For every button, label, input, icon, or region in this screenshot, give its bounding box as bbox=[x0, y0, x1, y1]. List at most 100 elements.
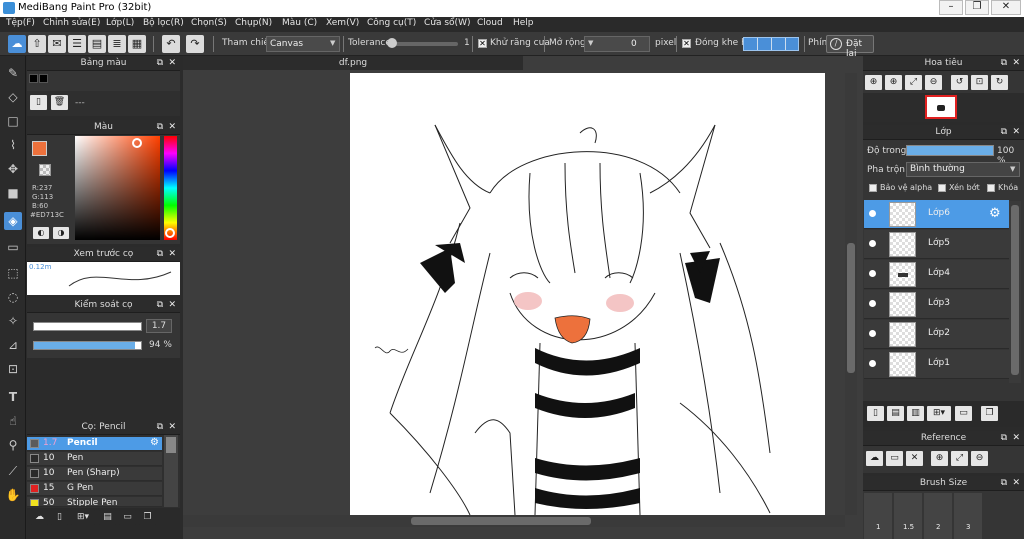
menu-layer[interactable]: Lớp(L) bbox=[106, 18, 134, 28]
menu-cloud[interactable]: Cloud bbox=[477, 18, 503, 28]
gap-close-level[interactable] bbox=[743, 37, 799, 51]
layer-row[interactable]: Lớp6 ⚙ bbox=[864, 200, 1009, 229]
zoom-in-icon[interactable]: ⊕ bbox=[865, 75, 882, 90]
eraser-tool-icon[interactable]: ◇ bbox=[4, 88, 22, 106]
brush-settings-icon[interactable]: ▤ bbox=[99, 510, 116, 525]
menu-filter[interactable]: Bộ lọc(R) bbox=[143, 18, 184, 28]
trash-icon[interactable]: 🗑 bbox=[51, 95, 68, 110]
eye-icon[interactable] bbox=[869, 300, 876, 307]
popout-icon[interactable]: ⧉ bbox=[157, 298, 163, 313]
canvas-horizontal-scrollbar[interactable] bbox=[183, 515, 845, 527]
color-mode-icon[interactable]: ◑ bbox=[53, 227, 69, 239]
magic-wand-icon[interactable]: ✧ bbox=[4, 312, 22, 330]
cloud-icon[interactable]: ☁ bbox=[8, 35, 26, 53]
close-icon[interactable]: ✕ bbox=[1012, 125, 1020, 140]
brush-size-slider[interactable] bbox=[33, 322, 142, 331]
add-layer-icon[interactable]: ⊞▾ bbox=[927, 406, 951, 421]
palette-swatch[interactable] bbox=[39, 74, 48, 83]
popout-icon[interactable]: ⧉ bbox=[157, 120, 163, 135]
new-brush-icon[interactable]: ▯ bbox=[51, 510, 68, 525]
scrollbar-thumb[interactable] bbox=[411, 517, 591, 525]
dropper-tool-icon[interactable]: ⚲ bbox=[4, 436, 22, 454]
gradient-tool-icon[interactable]: ▭ bbox=[4, 238, 22, 256]
grid-icon[interactable]: ▦ bbox=[128, 35, 146, 53]
eye-icon[interactable] bbox=[869, 240, 876, 247]
redo-icon[interactable]: ↷ bbox=[186, 35, 204, 53]
zoom-out-icon[interactable]: ⊖ bbox=[971, 451, 988, 466]
popout-icon[interactable]: ⧉ bbox=[1001, 125, 1007, 140]
undo-icon[interactable]: ↶ bbox=[162, 35, 180, 53]
palette-swatch[interactable] bbox=[29, 74, 38, 83]
new-halftone-layer-icon[interactable]: ▤ bbox=[887, 406, 904, 421]
brush-tool-icon[interactable]: ✎ bbox=[4, 64, 22, 82]
popout-icon[interactable]: ⧉ bbox=[1001, 56, 1007, 71]
menu-help[interactable]: Help bbox=[513, 18, 534, 28]
lasso-tool-icon[interactable]: ◌ bbox=[4, 288, 22, 306]
duplicate-icon[interactable]: ❐ bbox=[139, 510, 156, 525]
scrollbar-thumb[interactable] bbox=[166, 437, 176, 453]
brush-size-preset[interactable]: 2 bbox=[924, 493, 952, 539]
foreground-color-swatch[interactable] bbox=[32, 141, 47, 156]
color-picker-handle[interactable] bbox=[132, 138, 142, 148]
gear-icon[interactable]: ⚙ bbox=[150, 437, 159, 448]
tolerance-slider[interactable] bbox=[388, 42, 458, 46]
rotate-right-icon[interactable]: ↻ bbox=[991, 75, 1008, 90]
document-icon[interactable]: ▤ bbox=[88, 35, 106, 53]
select-eraser-icon[interactable]: ⊡ bbox=[4, 360, 22, 378]
zoom-out-icon[interactable]: ⊖ bbox=[925, 75, 942, 90]
popout-icon[interactable]: ⧉ bbox=[1001, 431, 1007, 446]
select-pen-icon[interactable]: ⊿ bbox=[4, 336, 22, 354]
layer-row[interactable]: Lớp3 bbox=[864, 290, 1009, 319]
maximize-button[interactable]: ❐ bbox=[965, 0, 989, 15]
close-icon[interactable]: ✕ bbox=[1012, 431, 1020, 446]
rotate-left-icon[interactable]: ↺ bbox=[951, 75, 968, 90]
minimize-button[interactable]: – bbox=[939, 0, 963, 15]
brush-item-pencil[interactable]: 1.7 Pencil ⚙ bbox=[27, 437, 162, 451]
menu-select[interactable]: Chọn(S) bbox=[191, 18, 227, 28]
close-reference-icon[interactable]: ✕ bbox=[906, 451, 923, 466]
gap-close-checkbox[interactable]: ✕ bbox=[682, 39, 691, 48]
canvas-vertical-scrollbar[interactable] bbox=[845, 73, 857, 515]
brush-size-preset[interactable]: 3 bbox=[954, 493, 982, 539]
tolerance-slider-handle[interactable] bbox=[387, 38, 397, 48]
reference-select[interactable]: Canvas ▼ bbox=[266, 36, 340, 52]
brush-opacity-slider[interactable] bbox=[33, 341, 142, 350]
menu-color[interactable]: Màu (C) bbox=[282, 18, 317, 28]
layer-row[interactable]: Lớp1 bbox=[864, 350, 1009, 379]
popout-icon[interactable]: ⧉ bbox=[157, 247, 163, 262]
duplicate-layer-icon[interactable]: ❐ bbox=[981, 406, 998, 421]
close-icon[interactable]: ✕ bbox=[168, 120, 176, 135]
brush-item-pen[interactable]: 10 Pen bbox=[27, 452, 162, 466]
brush-size-input[interactable]: 1.7 bbox=[146, 319, 172, 333]
brush-item-g-pen[interactable]: 15 G Pen bbox=[27, 482, 162, 496]
hue-slider-handle[interactable] bbox=[165, 228, 175, 238]
layer-row[interactable]: Lớp5 bbox=[864, 230, 1009, 259]
blend-mode-select[interactable]: Bình thường ▼ bbox=[906, 162, 1020, 177]
eye-icon[interactable] bbox=[869, 330, 876, 337]
list-icon[interactable]: ≣ bbox=[108, 35, 126, 53]
menu-edit[interactable]: Chỉnh sửa(E) bbox=[43, 18, 100, 28]
brush-item-pen-sharp[interactable]: 10 Pen (Sharp) bbox=[27, 467, 162, 481]
menu-snap[interactable]: Chụp(N) bbox=[235, 18, 272, 28]
close-icon[interactable]: ✕ bbox=[1012, 476, 1020, 491]
document-tab[interactable]: df.png bbox=[183, 56, 523, 70]
brush-curve-icon[interactable]: ⌇ bbox=[4, 136, 22, 154]
saturation-value-picker[interactable] bbox=[75, 136, 160, 240]
zoom-in-icon[interactable]: ⊕ bbox=[931, 451, 948, 466]
reset-view-icon[interactable]: ⊡ bbox=[971, 75, 988, 90]
menu-view[interactable]: Xem(V) bbox=[326, 18, 359, 28]
hue-slider[interactable] bbox=[164, 136, 177, 240]
close-icon[interactable]: ✕ bbox=[168, 247, 176, 262]
popout-icon[interactable]: ⧉ bbox=[1001, 476, 1007, 491]
layer-row[interactable]: Lớp2 bbox=[864, 320, 1009, 349]
brush-list-scrollbar[interactable] bbox=[164, 435, 178, 507]
close-icon[interactable]: ✕ bbox=[168, 420, 176, 435]
brush-size-preset[interactable]: 1 bbox=[864, 493, 892, 539]
comment-icon[interactable]: ☰ bbox=[68, 35, 86, 53]
eye-icon[interactable] bbox=[869, 270, 876, 277]
menu-file[interactable]: Tệp(F) bbox=[6, 18, 35, 28]
share-icon[interactable]: ⇧ bbox=[28, 35, 46, 53]
layer-list-scrollbar[interactable] bbox=[1009, 201, 1021, 383]
gear-icon[interactable]: ⚙ bbox=[989, 206, 1001, 221]
reset-button[interactable]: / Đặt lại bbox=[826, 35, 874, 59]
